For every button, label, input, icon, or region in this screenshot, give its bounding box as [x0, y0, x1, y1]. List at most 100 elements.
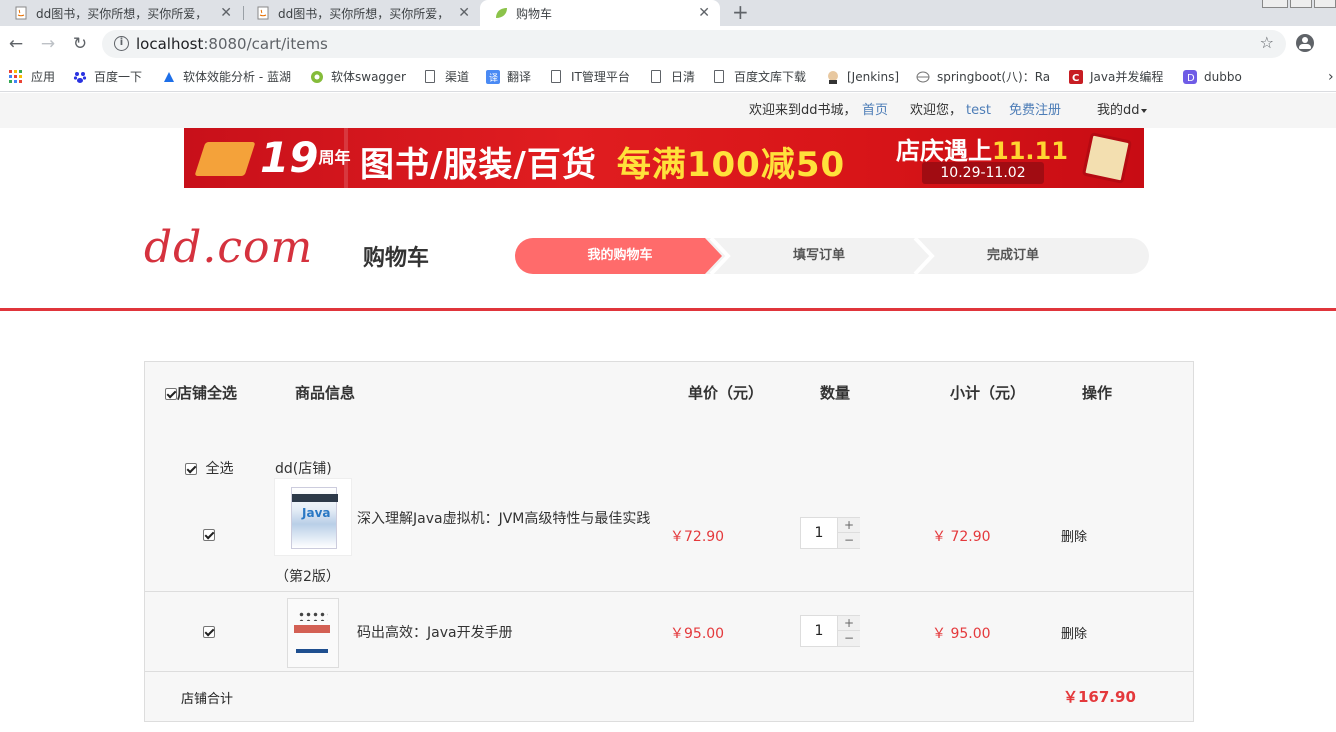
select-all-checkbox[interactable] — [165, 387, 177, 400]
close-tab-icon[interactable]: ✕ — [458, 5, 470, 21]
shop-total-amount: ￥167.90 — [1063, 688, 1136, 706]
dubbo-icon: D — [1183, 69, 1197, 84]
tab-title: 购物车 — [516, 6, 553, 21]
page-icon — [425, 70, 435, 83]
globe-icon — [916, 71, 930, 82]
item-checkbox[interactable] — [203, 625, 215, 638]
browser-tab-2[interactable]: dd图书，买你所想，买你所爱， ✕ — [242, 0, 480, 26]
quantity-plus-button[interactable]: + — [837, 616, 860, 631]
shop-total-label: 店铺合计 — [181, 692, 234, 707]
svg-text:译: 译 — [489, 73, 498, 84]
bookmark-jenkins[interactable]: [Jenkins] — [826, 62, 899, 91]
address-bar[interactable]: i localhost:8080/cart/items ☆ — [102, 30, 1286, 58]
account-avatar-icon[interactable] — [1296, 34, 1314, 52]
bookmark-translate[interactable]: 译 翻译 — [486, 62, 531, 91]
col-header-subtotal: 小计（元） — [950, 384, 1026, 402]
back-arrow-icon[interactable]: ← — [4, 32, 28, 56]
quantity-input[interactable]: 1 — [801, 616, 837, 646]
banner-anniversary: 19周年 — [260, 133, 351, 182]
bookmark-daily[interactable]: 日清 — [651, 62, 695, 91]
bookmarks-overflow-button[interactable]: › — [1328, 62, 1334, 91]
bookmark-springboot[interactable]: springboot(八)：Ra — [916, 62, 1050, 91]
browser-tab-bar: dd图书，买你所想，买你所爱， ✕ dd图书，买你所想，买你所爱， ✕ 购物车 … — [0, 0, 1336, 26]
lanhu-icon — [164, 71, 174, 82]
item-1-title[interactable]: 深入理解Java虚拟机：JVM高级特性与最佳实践 — [357, 508, 650, 528]
item-1-quantity-stepper[interactable]: 1 + − — [800, 517, 860, 549]
site-info-icon[interactable]: i — [114, 36, 129, 51]
step-my-cart: 我的购物车 — [587, 248, 653, 263]
item-checkbox[interactable] — [203, 528, 215, 541]
tab-title: dd图书，买你所想，买你所爱， — [278, 6, 450, 21]
caret-down-icon — [1140, 108, 1147, 113]
shop-select-all[interactable]: 全选 — [185, 458, 233, 478]
book-illustration-icon — [194, 142, 256, 176]
cart-table: 店铺全选 商品信息 单价（元） 数量 小计（元） 操作 全选 dd(店铺) Ja… — [144, 361, 1194, 722]
item-1-checkbox-wrap[interactable] — [203, 527, 215, 542]
swagger-icon — [311, 70, 323, 83]
browser-tab-3-active[interactable]: 购物车 ✕ — [480, 0, 720, 26]
row-divider — [145, 591, 1193, 592]
item-2-unit-price: ￥95.00 — [670, 626, 725, 642]
item-2-title[interactable]: 码出高效：Java开发手册 — [357, 622, 513, 642]
window-close-button[interactable] — [1314, 0, 1336, 8]
close-tab-icon[interactable]: ✕ — [698, 5, 710, 21]
banner-sale: 店庆遇上11.11 — [896, 137, 1068, 165]
java-favicon-icon — [15, 6, 27, 20]
item-2-delete-link[interactable]: 删除 — [1061, 623, 1087, 642]
username-link[interactable]: test — [966, 93, 991, 129]
bookmark-star-icon[interactable]: ☆ — [1260, 33, 1274, 52]
bookmark-it-platform[interactable]: IT管理平台 — [551, 62, 630, 91]
bookmark-channel[interactable]: 渠道 — [425, 62, 469, 91]
col-header-info: 商品信息 — [295, 384, 356, 402]
page-icon — [714, 70, 724, 83]
item-1-thumbnail[interactable]: Java — [274, 478, 352, 556]
bookmark-swagger[interactable]: 软体swagger — [310, 62, 406, 91]
my-dd-menu[interactable]: 我的dd — [1097, 93, 1147, 129]
csdn-icon: C — [1069, 69, 1083, 84]
bookmark-java-concurrency[interactable]: C Java并发编程 — [1069, 62, 1163, 91]
translate-icon: 译 — [486, 69, 500, 84]
close-tab-icon[interactable]: ✕ — [220, 5, 232, 21]
quantity-minus-button[interactable]: − — [837, 631, 860, 646]
reload-icon[interactable]: ↻ — [68, 32, 92, 56]
shop-select-all-checkbox[interactable] — [185, 463, 197, 475]
bookmark-lanhu[interactable]: 软体效能分析 - 蓝湖 — [162, 62, 291, 91]
item-2-thumbnail[interactable] — [274, 593, 352, 671]
bookmark-baidu[interactable]: 百度一下 — [73, 62, 142, 91]
window-maximize-button[interactable] — [1290, 0, 1312, 8]
item-2-checkbox-wrap[interactable] — [203, 624, 215, 639]
item-1-title-cont[interactable]: （第2版） — [275, 566, 340, 586]
browser-tab-1[interactable]: dd图书，买你所想，买你所爱， ✕ — [0, 0, 242, 26]
svg-text:D: D — [1187, 73, 1195, 84]
bookmark-dubbo[interactable]: D dubbo — [1183, 62, 1242, 91]
col-header-unit-price: 单价（元） — [688, 384, 764, 402]
bookmark-wenku[interactable]: 百度文库下载 — [714, 62, 806, 91]
welcome-text: 欢迎来到dd书城， — [749, 103, 857, 118]
promo-banner[interactable]: 19周年 图书/服装/百货 每满100减50 店庆遇上11.11 10.29-11… — [184, 128, 1144, 188]
home-link[interactable]: 首页 — [862, 93, 888, 129]
item-2-quantity-stepper[interactable]: 1 + − — [800, 615, 860, 647]
new-tab-button[interactable]: + — [732, 0, 749, 26]
banner-divider — [344, 128, 348, 188]
row-divider — [145, 671, 1193, 672]
select-all-header[interactable]: 店铺全选 — [165, 384, 237, 402]
baidu-paw-icon — [73, 71, 87, 83]
url-text[interactable]: localhost:8080/cart/items — [136, 30, 328, 58]
page-title: 购物车 — [363, 246, 430, 271]
quantity-plus-button[interactable]: + — [837, 518, 860, 533]
item-1-delete-link[interactable]: 删除 — [1061, 526, 1087, 545]
apps-grid-icon — [9, 70, 22, 83]
site-logo[interactable]: dd.com — [144, 222, 313, 274]
item-1-subtotal: ￥ 72.90 — [932, 529, 991, 545]
step-fill-order: 填写订单 — [792, 248, 845, 263]
bookmark-apps[interactable]: 应用 — [9, 62, 55, 91]
shop-name: dd(店铺) — [275, 461, 332, 477]
site-top-nav: 欢迎来到dd书城， 首页 欢迎您， test 免费注册 我的dd — [0, 93, 1336, 128]
quantity-minus-button[interactable]: − — [837, 533, 860, 548]
jenkins-icon — [828, 70, 838, 84]
register-link[interactable]: 免费注册 — [1009, 93, 1061, 129]
forward-arrow-icon[interactable]: → — [36, 32, 60, 56]
quantity-input[interactable]: 1 — [801, 518, 837, 548]
java-favicon-icon — [257, 6, 269, 20]
window-minimize-button[interactable] — [1262, 0, 1288, 8]
